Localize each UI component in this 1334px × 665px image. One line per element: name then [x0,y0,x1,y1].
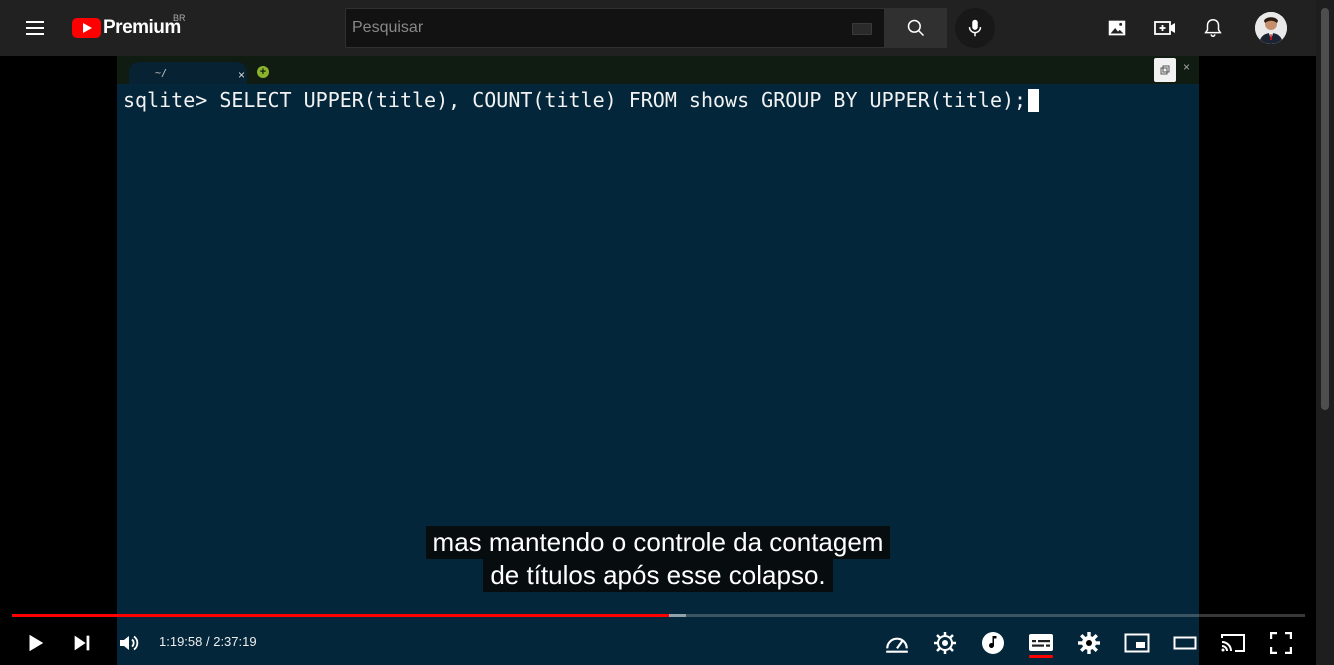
keyboard-icon[interactable] [852,23,872,35]
subtitles-active-indicator [1029,655,1053,658]
image-icon [1108,20,1126,36]
search-input[interactable] [346,9,884,47]
next-icon [74,635,90,651]
play-icon [29,634,44,652]
terminal-command-line: sqlite> SELECT UPPER(title), COUNT(title… [123,88,1040,112]
subtitles-button[interactable] [1026,628,1056,658]
text-cursor [1028,89,1040,112]
logo-text: Premium [103,17,181,38]
miniplayer-icon [1124,633,1150,653]
next-button[interactable] [67,628,97,658]
play-button[interactable] [20,628,50,658]
time-display: 1:19:58 / 2:37:19 [159,634,257,649]
progress-played [12,614,669,617]
search-box [345,8,884,48]
terminal-tabbar: ~/ × + × [117,56,1199,84]
subtitles-icon [1029,634,1053,651]
country-code: BR [173,13,186,23]
caption-line-1: mas mantendo o controle da contagem [425,526,891,559]
settings-button[interactable] [1074,628,1104,658]
mic-icon [968,19,982,37]
notifications-button[interactable] [1201,16,1225,40]
search-button[interactable] [884,8,947,48]
create-button[interactable] [1153,16,1177,40]
terminal-close-icon: × [1183,60,1191,74]
captions: mas mantendo o controle da contagem de t… [0,526,1316,592]
restore-icon [1154,58,1176,82]
volume-icon [120,635,139,651]
command-text: sqlite> SELECT UPPER(title), COUNT(title… [123,88,1027,112]
progress-bar[interactable] [12,614,1305,617]
page-scrollbar[interactable] [1316,0,1334,665]
bell-icon [1204,19,1222,37]
theater-mode-button[interactable] [1170,628,1200,658]
autoplay-settings-button[interactable] [930,628,960,658]
playback-speed-button[interactable] [882,628,912,658]
youtube-logo-icon [72,18,101,38]
cast-button[interactable] [1218,628,1248,658]
settings-gear-icon [1078,632,1100,654]
youtube-logo[interactable]: Premium [72,17,181,39]
volume-button[interactable] [114,628,144,658]
terminal-tab: ~/ × [129,62,247,84]
close-icon: × [238,68,246,82]
fullscreen-button[interactable] [1266,628,1296,658]
search-icon [907,19,924,37]
image-button[interactable] [1105,16,1129,40]
music-button[interactable] [978,628,1008,658]
avatar[interactable] [1255,12,1287,44]
terminal-tab-title: ~/ [155,68,168,79]
scrollbar-thumb[interactable] [1321,8,1329,410]
caption-line-2: de títulos após esse colapso. [483,559,833,592]
music-icon [982,632,1004,654]
create-video-icon [1154,21,1175,35]
cast-icon [1221,634,1245,652]
speed-icon [886,637,908,653]
theater-mode-icon [1173,636,1197,650]
menu-icon[interactable] [22,16,50,40]
video-player[interactable]: ~/ × + × sqlite> SELECT UPPER(title), CO… [0,56,1316,665]
voice-search-button[interactable] [955,8,995,48]
add-tab-icon: + [257,66,269,78]
miniplayer-button[interactable] [1122,628,1152,658]
masthead: Premium BR [0,0,1316,56]
autoplay-settings-icon [934,632,956,654]
fullscreen-icon [1270,632,1292,654]
